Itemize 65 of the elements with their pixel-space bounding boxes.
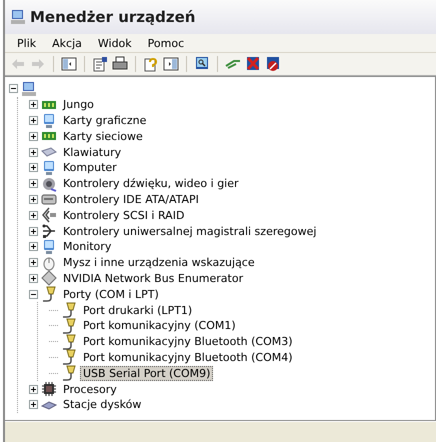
remove-device-icon[interactable] [245,56,261,72]
expand-toggle[interactable] [29,274,38,283]
disable-device-icon[interactable] [265,56,281,72]
device-tree-item[interactable]: Procesory [60,382,120,397]
mouse-icon [41,254,57,271]
monitor-icon [41,160,57,176]
menu-item[interactable]: Pomoc [140,36,192,50]
monitor-icon [41,238,57,255]
printer-icon[interactable] [112,56,128,72]
connector-icon [41,207,57,224]
monitor-icon [41,112,57,128]
device-tree-item[interactable]: Jungo [60,97,97,112]
device-tree-item[interactable]: Karty graficzne [60,112,150,128]
port-plug-icon [61,334,77,350]
usb-icon [41,223,57,240]
properties-icon[interactable] [92,56,108,72]
speaker-icon [41,176,57,192]
expand-toggle[interactable] [29,179,38,188]
port-plug-icon [61,318,77,334]
device-tree-item[interactable]: Monitory [60,239,114,254]
device-tree-item[interactable]: Komputer [60,160,120,176]
device-tree-item[interactable]: Klawiatury [60,144,124,160]
menu-item[interactable]: Akcja [44,36,90,50]
device-tree-item[interactable]: Port komunikacyjny (COM1) [80,318,239,334]
expand-toggle[interactable] [29,400,38,410]
expand-toggle[interactable] [29,242,38,252]
port-plug-icon [61,302,77,318]
device-tree-item[interactable]: Kontrolery dźwięku, wideo i gier [60,176,242,192]
device-tree-item[interactable]: Kontrolery SCSI i RAID [60,208,188,223]
expand-toggle[interactable] [29,194,38,204]
device-tree-item[interactable]: USB Serial Port (COM9) [80,366,214,381]
expand-toggle[interactable] [29,163,38,172]
panel-icon[interactable] [61,56,77,72]
port-plug-icon [61,349,77,366]
device-tree-item[interactable]: NVIDIA Network Bus Enumerator [60,270,246,286]
expand-toggle[interactable] [29,100,38,110]
expand-toggle[interactable] [29,210,38,220]
expand-toggle[interactable] [29,116,38,125]
computer-icon [10,9,26,25]
device-tree-item[interactable]: Kontrolery IDE ATA/ATAPI [60,192,202,207]
processor-icon [41,381,57,398]
window-title: Menedżer urządzeń [30,8,196,26]
menu-item[interactable]: Widok [90,36,140,50]
device-tree-item[interactable]: Mysz i inne urządzenia wskazujące [60,255,258,270]
device-tree-item[interactable]: Karty sieciowe [60,128,146,144]
menu-item[interactable]: Plik [9,36,44,50]
scan-monitor-icon[interactable] [194,56,210,72]
expand-toggle[interactable] [29,226,38,236]
expand-toggle[interactable] [29,132,38,141]
expand-toggle[interactable] [29,258,38,268]
panel-icon[interactable] [163,56,179,72]
device-tree-item[interactable]: Port drukarki (LPT1) [80,302,196,318]
port-plug-icon [41,286,57,302]
help-icon[interactable] [143,56,159,72]
device-tree-item[interactable]: Port komunikacyjny Bluetooth (COM4) [80,350,296,365]
collapse-toggle[interactable] [9,84,18,94]
device-tree-item[interactable]: Porty (COM i LPT) [60,286,162,302]
diamond-icon [41,270,57,286]
device-tree-item[interactable]: Kontrolery uniwersalnej magistrali szeregowej [60,224,320,239]
device-tree-item[interactable]: Port komunikacyjny Bluetooth (COM3) [80,334,296,350]
expand-toggle[interactable] [29,148,38,157]
collapse-toggle[interactable] [29,290,38,299]
expand-toggle[interactable] [29,384,38,394]
device-tree-item[interactable]: Stacje dysków [60,397,144,412]
port-plug-icon [61,365,77,382]
